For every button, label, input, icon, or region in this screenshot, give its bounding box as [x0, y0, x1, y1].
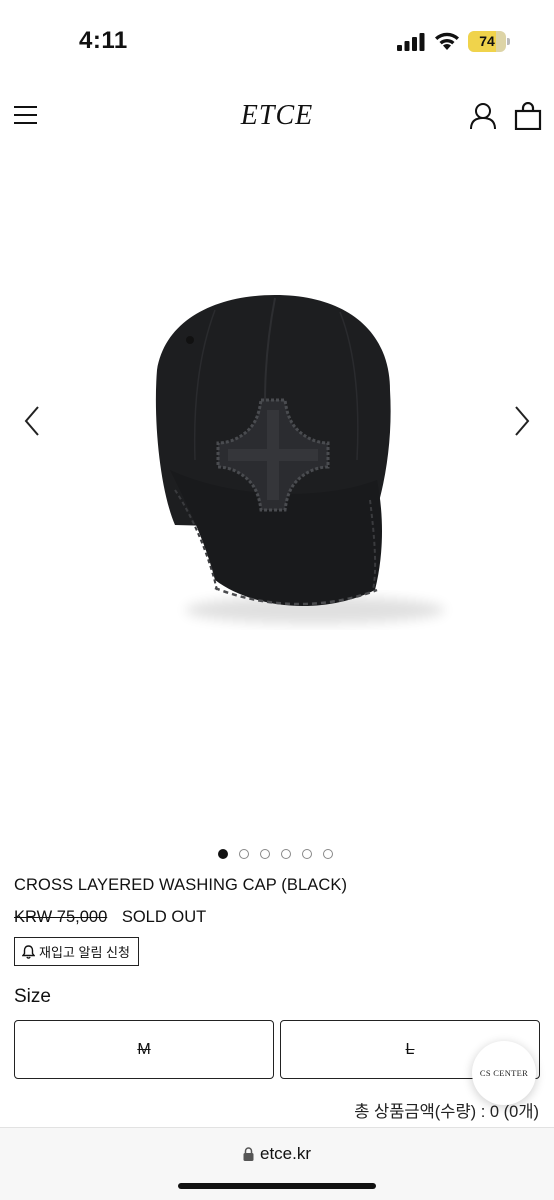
home-indicator[interactable]	[178, 1183, 376, 1189]
size-option-m[interactable]: M	[14, 1020, 274, 1079]
hamburger-menu-icon[interactable]	[14, 104, 38, 126]
size-option-label: L	[405, 1040, 415, 1058]
price-row: KRW 75,000 SOLD OUT	[14, 908, 206, 927]
battery-cap	[507, 38, 510, 45]
cs-center-button[interactable]: CS CENTER	[472, 1041, 536, 1105]
wifi-icon	[435, 32, 459, 50]
chevron-left-icon[interactable]	[20, 403, 44, 439]
cs-center-label: CS CENTER	[479, 1068, 529, 1078]
url-display[interactable]: etce.kr	[0, 1144, 554, 1164]
user-account-icon[interactable]	[469, 102, 497, 130]
site-header: ETCE	[0, 88, 554, 144]
url-text: etce.kr	[259, 1144, 312, 1163]
product-image-gallery[interactable]	[0, 150, 554, 840]
battery-body: 74	[468, 31, 506, 52]
gallery-dot[interactable]	[260, 849, 270, 859]
chevron-right-icon[interactable]	[510, 403, 534, 439]
gallery-dot[interactable]	[218, 849, 228, 859]
brand-logo[interactable]: ETCE	[200, 100, 354, 132]
size-option-label: M	[137, 1040, 151, 1058]
battery-level: 74	[479, 33, 495, 49]
original-price: KRW 75,000	[14, 908, 108, 926]
gallery-dot[interactable]	[323, 849, 333, 859]
status-bar: 4:11 74	[0, 0, 554, 84]
gallery-dot[interactable]	[281, 849, 291, 859]
shopping-bag-icon[interactable]	[514, 102, 542, 130]
cellular-signal-icon	[397, 33, 425, 51]
lock-icon	[243, 1147, 254, 1161]
sold-out-label: SOLD OUT	[121, 908, 207, 926]
restock-notify-button[interactable]: 재입고 알림 신청	[14, 937, 139, 966]
bell-icon	[22, 944, 35, 959]
gallery-dot[interactable]	[302, 849, 312, 859]
battery-indicator: 74	[468, 31, 510, 52]
total-amount: 총 상품금액(수량) : 0 (0개)	[354, 1103, 539, 1121]
gallery-pagination	[218, 849, 333, 861]
browser-address-bar[interactable]: etce.kr	[0, 1127, 554, 1200]
size-label: Size	[14, 986, 51, 1007]
gallery-dot[interactable]	[239, 849, 249, 859]
product-title: CROSS LAYERED WASHING CAP (BLACK)	[14, 876, 348, 894]
status-time: 4:11	[79, 27, 128, 54]
restock-notify-label: 재입고 알림 신청	[39, 945, 130, 960]
product-photo-cap	[155, 295, 445, 624]
